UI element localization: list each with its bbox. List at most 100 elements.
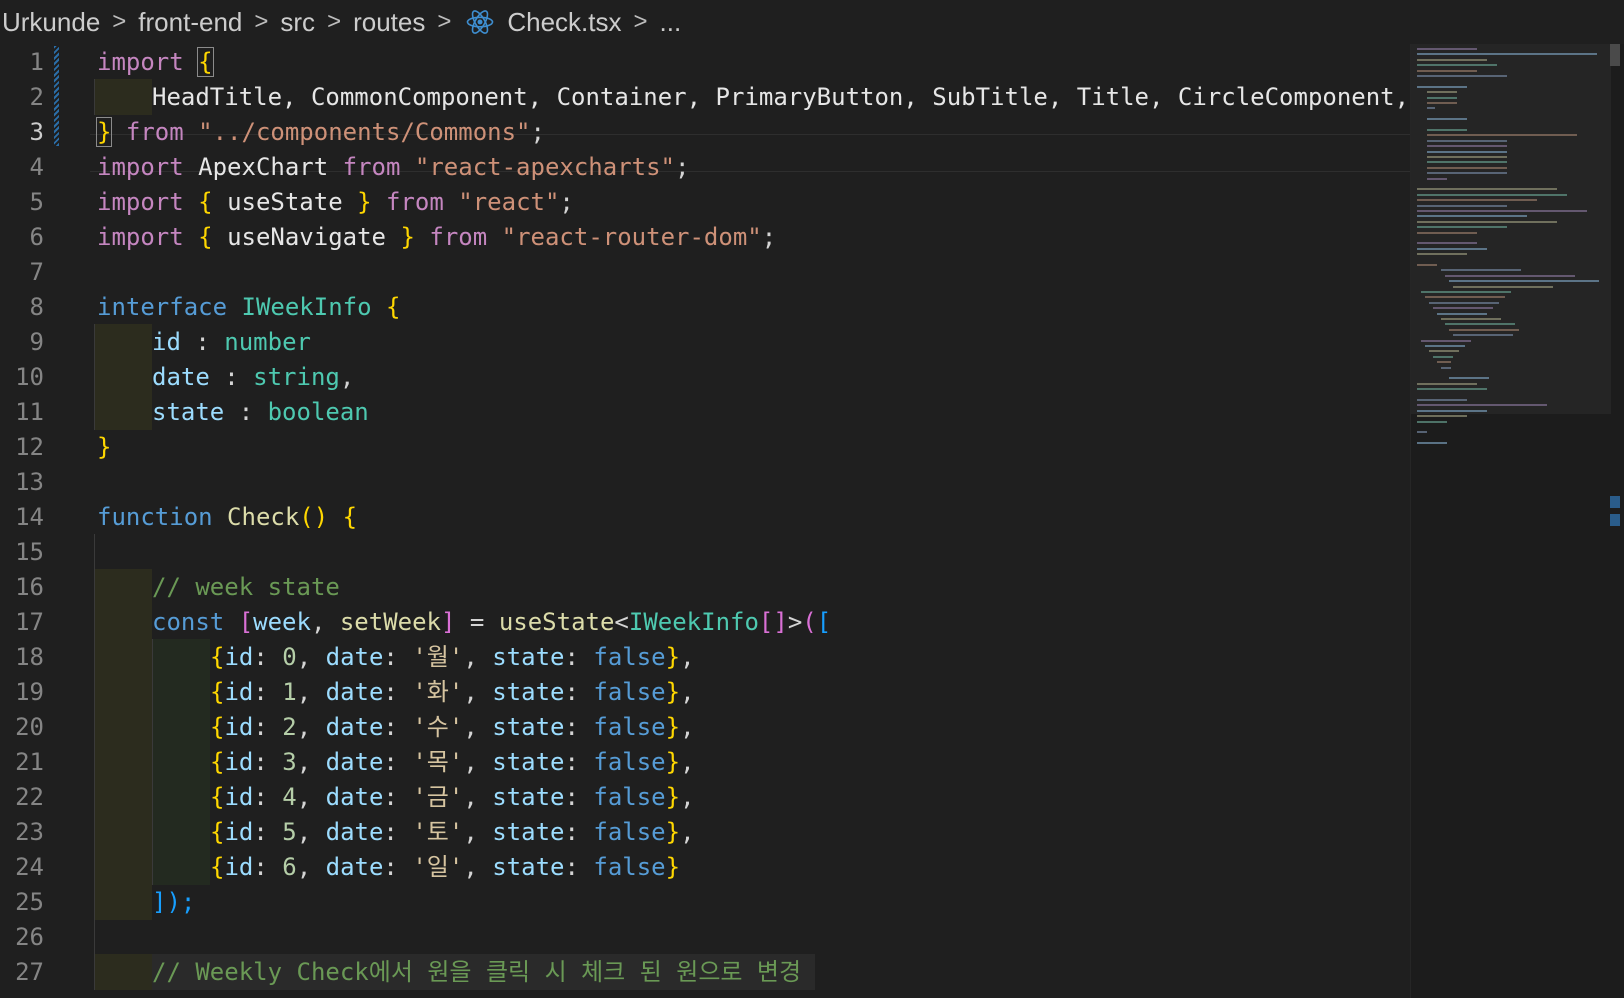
code-line[interactable]: 9 id : number	[0, 324, 1410, 360]
indent-guide	[94, 814, 152, 850]
bracket: {	[210, 748, 225, 776]
line-number: 22	[15, 783, 44, 811]
minimap-line	[1427, 166, 1507, 169]
code-line[interactable]: 19 {id: 1, date: '화', state: false},	[0, 674, 1410, 710]
code-line[interactable]: 18 {id: 0, date: '월', state: false},	[0, 639, 1410, 675]
code-line[interactable]: 11 state : boolean	[0, 394, 1410, 430]
bracket: ()	[299, 503, 329, 531]
number: 6	[282, 853, 297, 881]
line-content: {id: 2, date: '수', state: false},	[94, 709, 695, 745]
minimap-line	[1427, 91, 1457, 94]
minimap-line	[1427, 156, 1507, 158]
line-number: 23	[15, 818, 44, 846]
code-line[interactable]: 14 function Check() {	[0, 499, 1410, 535]
bracket: {	[386, 293, 401, 321]
code-line[interactable]: 25 ]);	[0, 884, 1410, 920]
code-line[interactable]: 21 {id: 3, date: '목', state: false},	[0, 744, 1410, 780]
code-line[interactable]: 15	[0, 534, 1410, 570]
minimap-line	[1427, 134, 1577, 137]
number: 3	[282, 748, 297, 776]
keyword: import	[97, 223, 184, 251]
code-line[interactable]: 10 date : string,	[0, 359, 1410, 395]
indent-guide	[94, 709, 152, 745]
code-line[interactable]: 12 }	[0, 429, 1410, 465]
breadcrumb-item-src[interactable]: src	[278, 7, 317, 38]
bracket: }	[665, 713, 681, 741]
code-editor[interactable]: 1 import { 2 HeadTitle, CommonComponent,…	[0, 44, 1410, 998]
string: "../components/Commons"	[198, 118, 531, 146]
property: id	[224, 713, 254, 741]
bracket: {	[210, 853, 225, 881]
line-number: 6	[29, 223, 44, 251]
minimap-line	[1417, 420, 1447, 423]
string: '금'	[412, 783, 464, 811]
minimap-line	[1441, 318, 1501, 320]
keyword: from	[125, 118, 184, 146]
minimap-line	[1417, 404, 1547, 407]
code-line[interactable]: 2 HeadTitle, CommonComponent, Container,…	[0, 79, 1410, 115]
boolean: false	[593, 643, 666, 671]
indent-guide	[94, 604, 152, 640]
line-number: 9	[29, 328, 44, 356]
scrollbar-thumb[interactable]	[1610, 44, 1620, 66]
minimap-line	[1441, 269, 1521, 272]
code-line[interactable]: 7	[0, 254, 1410, 290]
line-content: ]);	[94, 884, 195, 920]
property: id	[224, 818, 254, 846]
boolean: false	[593, 713, 666, 741]
minimap-line	[1427, 139, 1507, 142]
minimap-line	[1427, 96, 1457, 99]
minimap-line	[1417, 388, 1487, 391]
code-line[interactable]: 4 import ApexChart from "react-apexchart…	[0, 149, 1410, 185]
line-content: // week state	[94, 569, 340, 605]
minimap-line	[1427, 118, 1467, 121]
minimap-line	[1433, 355, 1453, 358]
bracket: }	[97, 433, 112, 461]
bracket: [	[816, 608, 832, 636]
code-line[interactable]: 24 {id: 6, date: '일', state: false}	[0, 849, 1410, 885]
bracket: }	[665, 643, 681, 671]
line-number: 24	[15, 853, 44, 881]
string: '목'	[412, 748, 464, 776]
line-content: } from "../components/Commons";	[95, 114, 545, 150]
minimap-line	[1417, 193, 1567, 196]
minimap-line	[1417, 442, 1447, 445]
line-content	[94, 919, 152, 955]
minimap-line	[1417, 242, 1477, 245]
code-line[interactable]: 22 {id: 4, date: '금', state: false},	[0, 779, 1410, 815]
minimap-viewport[interactable]	[1411, 44, 1611, 414]
indent-guide	[94, 394, 152, 430]
breadcrumb-item-front-end[interactable]: front-end	[136, 7, 244, 38]
breadcrumb-item-more[interactable]: ...	[658, 7, 684, 38]
punct: ,	[339, 363, 355, 391]
keyword: const	[152, 608, 225, 636]
code-line[interactable]: 6 import { useNavigate } from "react-rou…	[0, 219, 1410, 255]
breadcrumb-item-urkunde[interactable]: Urkunde	[0, 7, 102, 38]
line-content	[94, 534, 152, 570]
minimap[interactable]	[1410, 44, 1624, 998]
code-line[interactable]: 26	[0, 919, 1410, 955]
breadcrumb-item-file[interactable]: Check.tsx	[505, 7, 623, 38]
minimap-line	[1417, 382, 1477, 385]
breadcrumb-item-routes[interactable]: routes	[351, 7, 427, 38]
line-content: import { useNavigate } from "react-route…	[97, 219, 776, 255]
code-line[interactable]: 17 const [week, setWeek] = useState<IWee…	[0, 604, 1410, 640]
keyword: from	[342, 153, 401, 181]
code-line[interactable]: 1 import {	[0, 44, 1410, 80]
line-number: 14	[15, 503, 44, 531]
line-content: import { useState } from "react";	[97, 184, 574, 220]
code-line[interactable]: 16 // week state	[0, 569, 1410, 605]
minimap-line	[1445, 274, 1575, 277]
code-line[interactable]: 20 {id: 2, date: '수', state: false},	[0, 709, 1410, 745]
code-line[interactable]: 13	[0, 464, 1410, 500]
code-line[interactable]: 8 interface IWeekInfo {	[0, 289, 1410, 325]
vertical-scrollbar[interactable]	[1608, 44, 1622, 998]
minimap-line	[1417, 253, 1467, 256]
chevron-right-icon: >	[633, 8, 648, 35]
minimap-line	[1417, 399, 1467, 401]
code-line[interactable]: 5 import { useState } from "react";	[0, 184, 1410, 220]
code-line[interactable]: 3 } from "../components/Commons";	[0, 114, 1410, 150]
code-line[interactable]: 27 // Weekly Check에서 원을 클릭 시 체크 된 원으로 변경	[0, 954, 1410, 990]
comment: // week state	[152, 573, 340, 601]
code-line[interactable]: 23 {id: 5, date: '토', state: false},	[0, 814, 1410, 850]
